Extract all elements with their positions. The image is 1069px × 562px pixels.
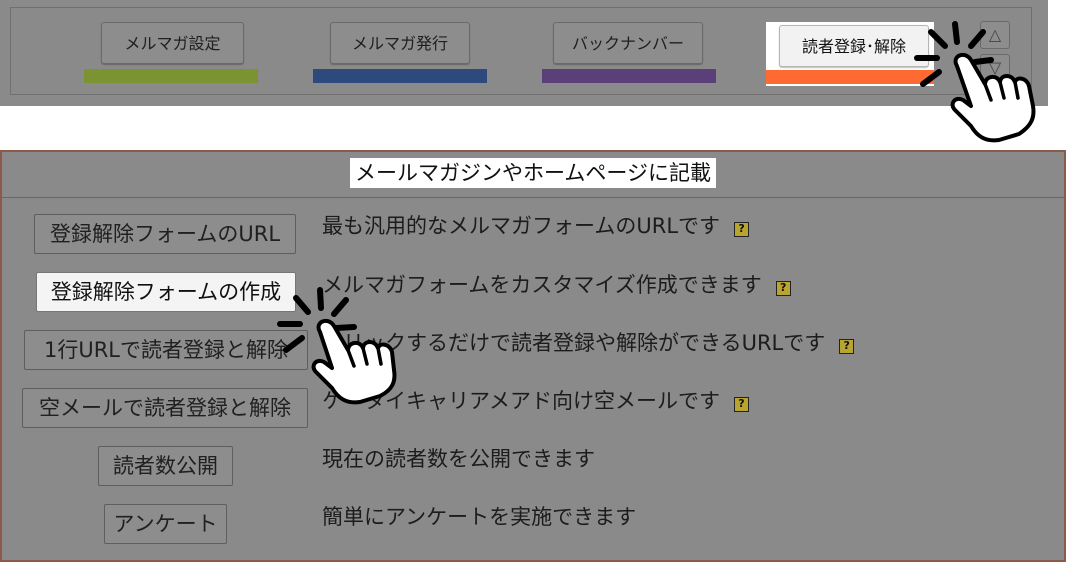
tab-mailmag-publish[interactable]: メルマガ発行 xyxy=(330,22,470,64)
form-url-button[interactable]: 登録解除フォームのURL xyxy=(34,214,296,254)
form-url-description: 最も汎用的なメルマガフォームのURLです? xyxy=(322,212,750,240)
one-line-url-button[interactable]: 1行URLで読者登録と解除 xyxy=(24,330,308,370)
tab-color-bar-backnumber xyxy=(542,69,716,83)
help-icon[interactable]: ? xyxy=(734,222,750,237)
form-url-description-text: 最も汎用的なメルマガフォームのURLです xyxy=(322,214,721,238)
reader-registration-panel: メールマガジンやホームページに記載 登録解除フォームのURL 最も汎用的なメルマ… xyxy=(0,150,1066,562)
tab-mailmag-settings[interactable]: メルマガ設定 xyxy=(101,22,244,64)
reader-count-description: 現在の読者数を公開できます xyxy=(322,447,595,471)
hand-pointer-icon xyxy=(277,287,397,405)
panel-title: メールマガジンやホームページに記載 xyxy=(350,158,716,188)
survey-description: 簡単にアンケートを実施できます xyxy=(322,505,637,529)
help-icon[interactable]: ? xyxy=(839,339,855,354)
create-form-button[interactable]: 登録解除フォームの作成 xyxy=(36,272,296,312)
top-nav: メルマガ設定 メルマガ発行 バックナンバー 読者登録･解除 △ ▽ xyxy=(0,0,1048,106)
tab-color-bar-publish xyxy=(313,69,487,83)
panel-header: メールマガジンやホームページに記載 xyxy=(2,152,1064,198)
tab-color-bar-settings xyxy=(84,69,258,83)
tab-backnumber[interactable]: バックナンバー xyxy=(553,22,703,64)
reader-count-button[interactable]: 読者数公開 xyxy=(98,446,233,486)
help-icon[interactable]: ? xyxy=(733,397,749,412)
empty-mail-button[interactable]: 空メールで読者登録と解除 xyxy=(22,388,308,428)
hand-pointer-icon xyxy=(914,21,1036,143)
help-icon[interactable]: ? xyxy=(775,281,791,296)
survey-button[interactable]: アンケート xyxy=(104,504,227,544)
